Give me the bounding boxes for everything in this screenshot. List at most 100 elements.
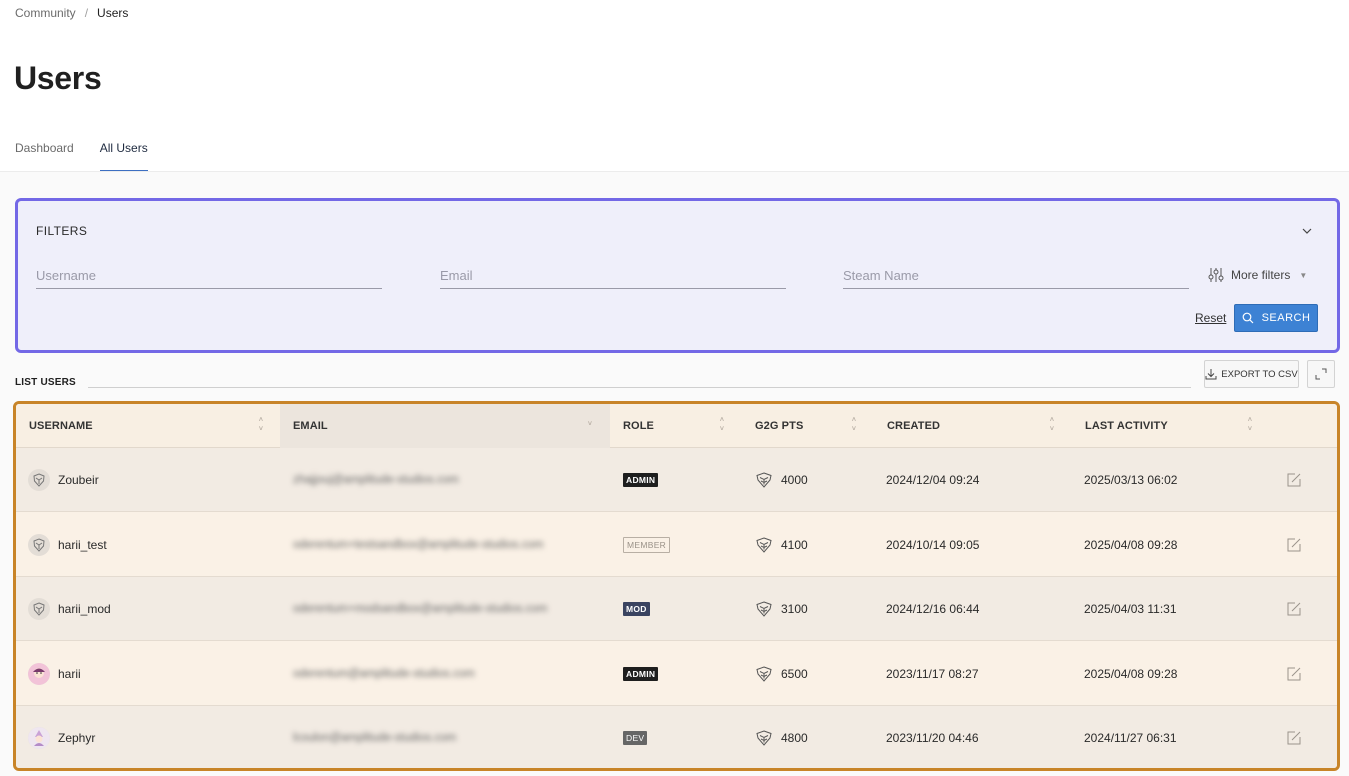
column-label: LAST ACTIVITY — [1085, 420, 1168, 432]
username[interactable]: Zephyr — [58, 731, 95, 745]
breadcrumb-current: Users — [97, 6, 129, 20]
more-filters-button[interactable]: More filters ▼ — [1208, 267, 1307, 283]
username-cell: harii — [28, 642, 278, 706]
column-header-email[interactable]: EMAIL ˅ — [280, 404, 610, 448]
username[interactable]: harii_test — [58, 538, 107, 552]
column-header-role[interactable]: ROLE ˄ ˅ — [610, 404, 742, 448]
sort-icon[interactable]: ˄ ˅ — [257, 416, 265, 436]
sort-icon[interactable]: ˄ ˅ — [1048, 416, 1056, 436]
export-csv-button[interactable]: EXPORT TO CSV — [1204, 360, 1299, 388]
username-cell: harii_mod — [28, 577, 278, 641]
users-table: USERNAME ˄ ˅ EMAIL ˅ ROLE ˄ ˅ G2G PTS ˄ ˅ C… — [13, 401, 1340, 771]
pts-value: 4800 — [781, 731, 808, 746]
avatar[interactable] — [28, 727, 50, 750]
table-row[interactable]: Zephyr lcoulon@amplitude-studios.com DEV… — [16, 706, 1337, 768]
created-cell: 2023/11/17 08:27 — [886, 642, 1076, 706]
created-cell: 2024/10/14 09:05 — [886, 513, 1076, 577]
last-activity-date: 2025/04/03 11:31 — [1084, 602, 1177, 617]
search-button[interactable]: SEARCH — [1234, 304, 1318, 332]
avatar[interactable] — [28, 469, 50, 491]
username[interactable]: Zoubeir — [58, 473, 99, 487]
table-row[interactable]: harii_test oderentum+testsandbox@amplitu… — [16, 512, 1337, 577]
sliders-icon — [1208, 268, 1224, 282]
column-label: G2G PTS — [755, 420, 804, 432]
table-row[interactable]: Zoubeir zhajjouj@amplitude-studios.com A… — [16, 448, 1337, 512]
sort-desc-icon[interactable]: ˅ — [586, 420, 594, 440]
email-cell: zhajjouj@amplitude-studios.com — [293, 448, 613, 512]
email-cell: lcoulon@amplitude-studios.com — [293, 706, 613, 768]
edit-icon[interactable] — [1286, 537, 1302, 553]
username[interactable]: harii_mod — [58, 602, 111, 616]
steam-name-input[interactable] — [843, 263, 1189, 289]
default-avatar-icon — [33, 473, 45, 487]
actions-cell — [1286, 448, 1316, 512]
role-cell: ADMIN — [623, 642, 743, 706]
email-cell: oderentum+modsandbox@amplitude-studios.c… — [293, 577, 613, 641]
actions-cell — [1286, 513, 1316, 577]
actions-cell — [1286, 577, 1316, 641]
sort-icon[interactable]: ˄ ˅ — [718, 416, 726, 436]
table-header: USERNAME ˄ ˅ EMAIL ˅ ROLE ˄ ˅ G2G PTS ˄ ˅ C… — [16, 404, 1337, 448]
column-header-last-activity[interactable]: LAST ACTIVITY ˄ ˅ — [1072, 404, 1270, 448]
role-cell: MEMBER — [623, 513, 743, 577]
pts-value: 4000 — [781, 473, 808, 487]
column-label: USERNAME — [29, 420, 93, 432]
pts-cell: 4000 — [755, 448, 875, 512]
email: oderentum@amplitude-studios.com — [293, 667, 475, 680]
breadcrumb-separator: / — [84, 6, 89, 20]
g2g-points-icon — [756, 472, 772, 488]
page-title: Users — [14, 60, 102, 96]
caret-down-icon: ▼ — [1299, 270, 1308, 280]
pts-value: 4100 — [781, 537, 808, 552]
avatar[interactable] — [28, 662, 50, 685]
username-cell: harii_test — [28, 513, 278, 577]
role-cell: MOD — [623, 577, 743, 641]
table-row[interactable]: harii oderentum@amplitude-studios.com AD… — [16, 641, 1337, 706]
email-input[interactable] — [440, 263, 786, 289]
pts-cell: 4100 — [755, 513, 875, 577]
tab-all-users[interactable]: All Users — [99, 132, 148, 172]
email-cell: oderentum@amplitude-studios.com — [293, 642, 613, 706]
pts-cell: 6500 — [755, 642, 875, 706]
filters-panel: FILTERS More filters ▼ Reset SEARCH — [15, 198, 1340, 353]
chevron-down-icon[interactable] — [1301, 225, 1313, 237]
column-label: ROLE — [623, 420, 654, 432]
edit-icon[interactable] — [1286, 601, 1302, 617]
last-activity-cell: 2024/11/27 06:31 — [1084, 706, 1274, 768]
edit-icon[interactable] — [1286, 730, 1302, 746]
tab-dashboard[interactable]: Dashboard — [15, 132, 74, 172]
edit-icon[interactable] — [1286, 472, 1302, 488]
character-avatar-icon — [28, 727, 50, 750]
role-cell: ADMIN — [623, 448, 743, 512]
pink-character-avatar-icon — [28, 662, 50, 685]
username-cell: Zephyr — [28, 706, 278, 768]
last-activity-cell: 2025/04/03 11:31 — [1084, 577, 1274, 641]
username[interactable]: harii — [58, 667, 81, 681]
last-activity-date: 2025/04/08 09:28 — [1084, 666, 1178, 681]
column-header-pts[interactable]: G2G PTS ˄ ˅ — [742, 404, 874, 448]
tab-bar: Dashboard All Users — [15, 132, 148, 172]
avatar[interactable] — [28, 598, 50, 621]
sort-icon[interactable]: ˄ ˅ — [1246, 416, 1254, 436]
role-badge: MEMBER — [623, 536, 671, 553]
username-input[interactable] — [36, 263, 382, 289]
actions-cell — [1286, 642, 1316, 706]
pts-value: 6500 — [781, 666, 808, 681]
created-date: 2023/11/20 04:46 — [886, 731, 979, 746]
last-activity-date: 2024/11/27 06:31 — [1084, 731, 1177, 746]
reset-link[interactable]: Reset — [1195, 311, 1226, 325]
created-cell: 2024/12/16 06:44 — [886, 577, 1076, 641]
created-date: 2023/11/17 08:27 — [886, 666, 979, 681]
expand-button[interactable] — [1307, 360, 1335, 388]
breadcrumb: Community / Users — [15, 6, 128, 20]
edit-icon[interactable] — [1286, 666, 1302, 682]
column-header-created[interactable]: CREATED ˄ ˅ — [874, 404, 1072, 448]
column-header-username[interactable]: USERNAME ˄ ˅ — [16, 404, 280, 448]
created-cell: 2023/11/20 04:46 — [886, 706, 1076, 768]
avatar[interactable] — [28, 533, 50, 556]
sort-icon[interactable]: ˄ ˅ — [850, 416, 858, 436]
breadcrumb-community[interactable]: Community — [15, 6, 76, 20]
table-row[interactable]: harii_mod oderentum+modsandbox@amplitude… — [16, 577, 1337, 642]
role-cell: DEV — [623, 706, 743, 768]
g2g-points-icon — [756, 730, 772, 747]
